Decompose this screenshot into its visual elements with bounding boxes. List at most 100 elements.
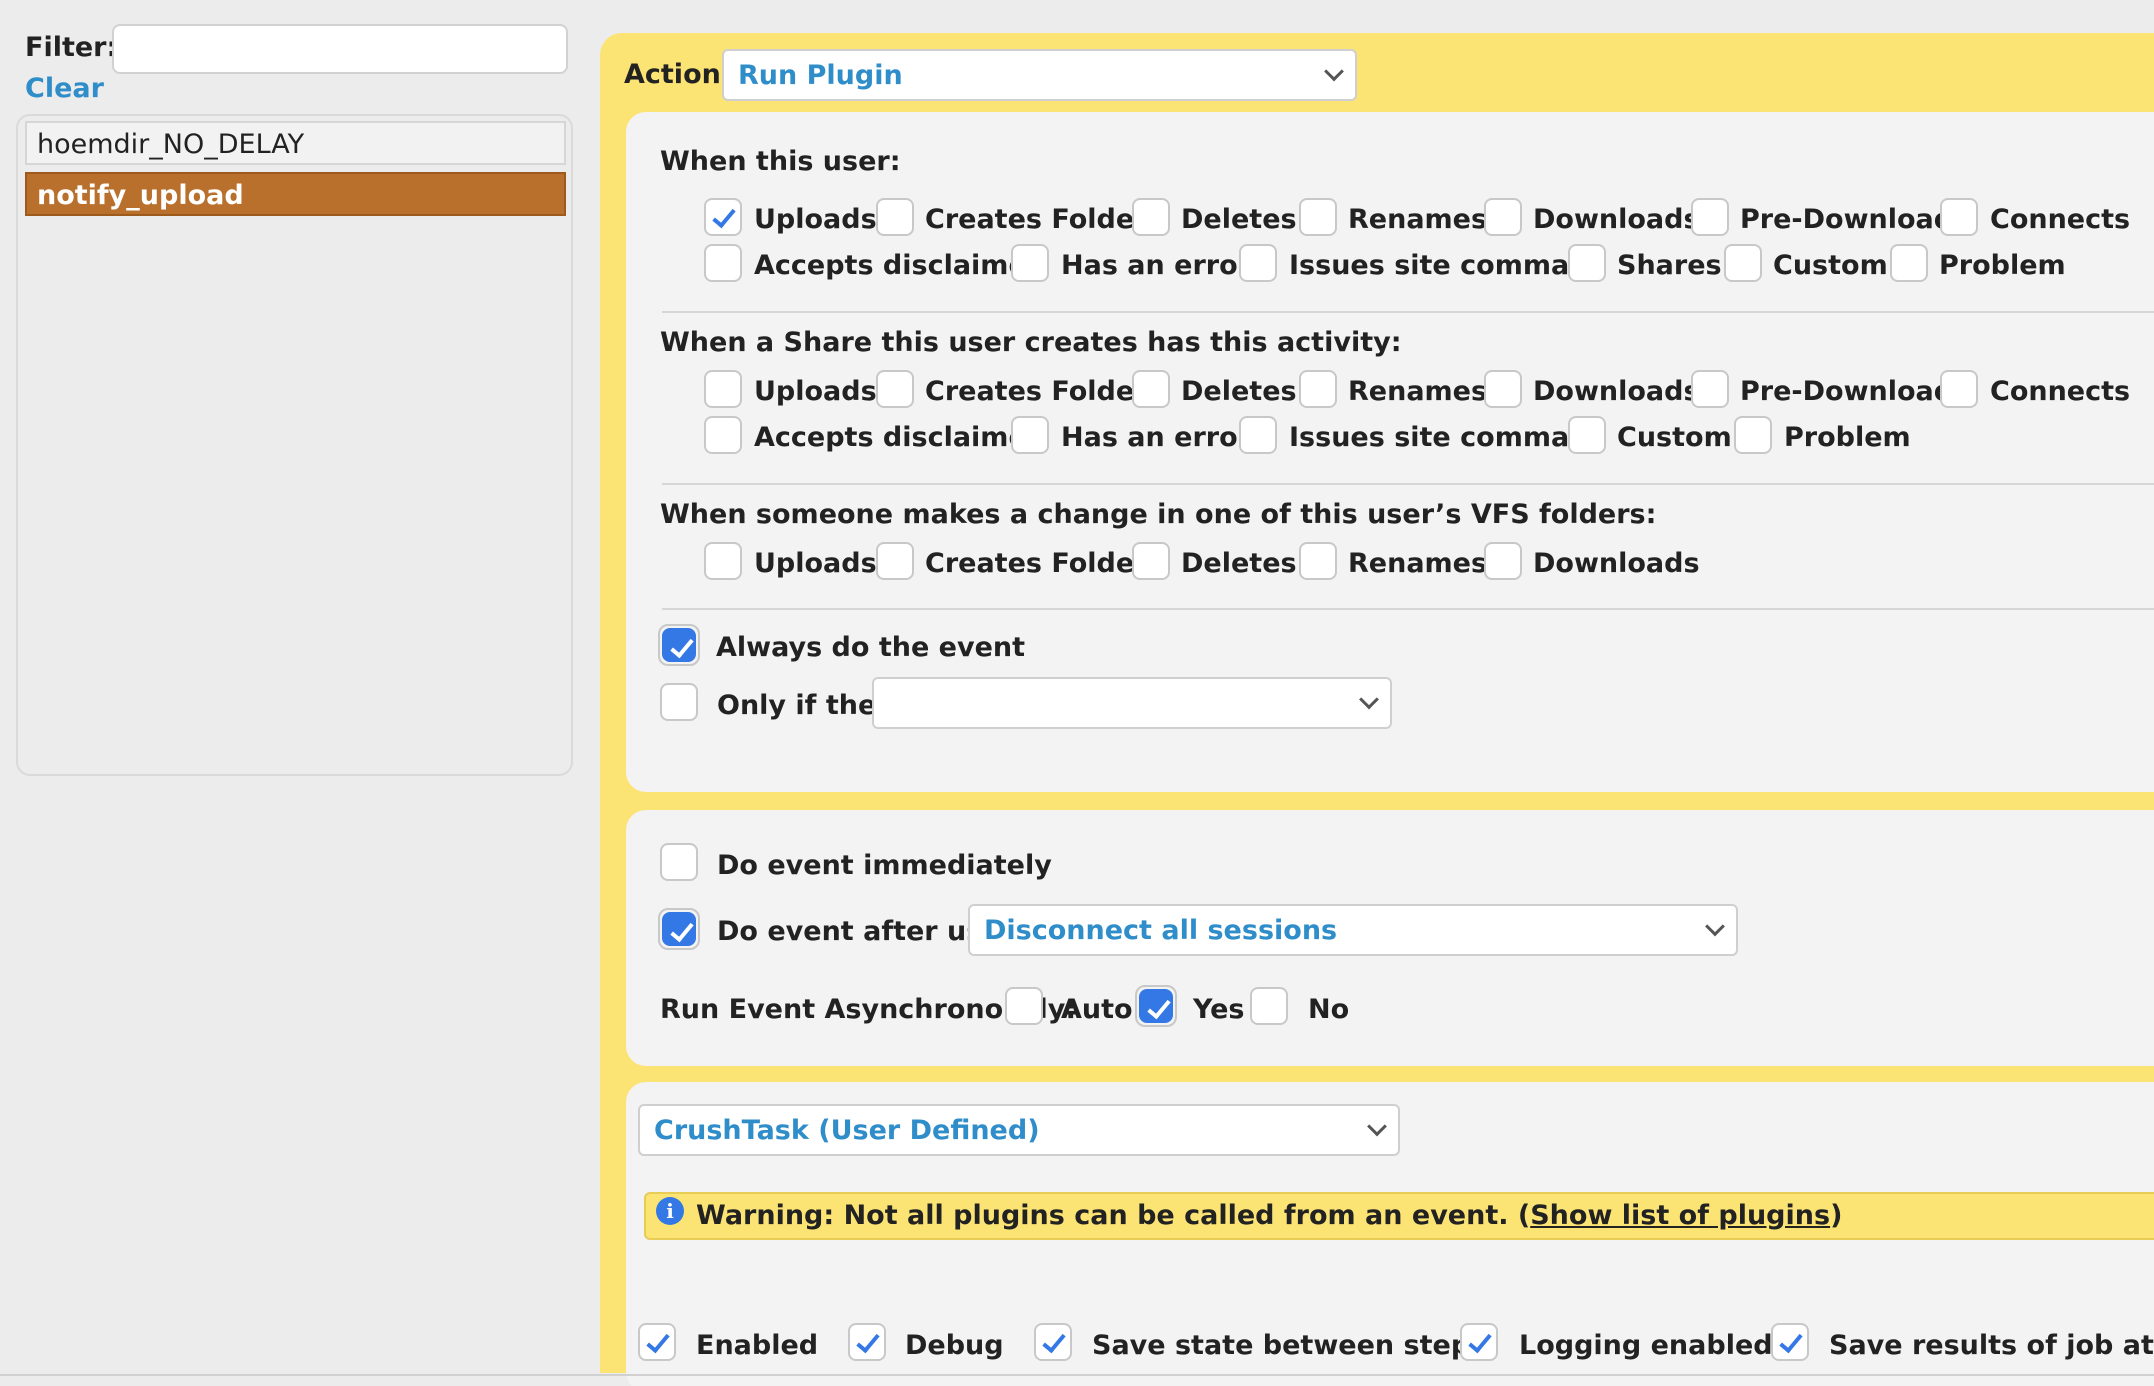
checkbox-label: Uploads xyxy=(754,204,877,235)
chevron-down-icon xyxy=(1359,689,1379,710)
checkbox-user-renames[interactable] xyxy=(1299,198,1337,236)
checkbox-label: Issues site command xyxy=(1289,250,1608,281)
immediately-label: Do event immediately xyxy=(717,850,1052,881)
chevron-down-icon xyxy=(1324,61,1344,82)
checkbox-share-deletes[interactable] xyxy=(1132,370,1170,408)
checkbox-label: Deletes xyxy=(1181,204,1297,235)
option-label: Logging enabled xyxy=(1519,1330,1773,1361)
checkbox-label: Renames xyxy=(1348,548,1488,579)
checkbox-label: Custom xyxy=(1617,422,1732,453)
checkbox-label: Shares xyxy=(1617,250,1722,281)
checkbox-save-state[interactable] xyxy=(1034,1323,1072,1361)
checkbox-save-results[interactable] xyxy=(1771,1323,1809,1361)
checkbox-vfs-deletes[interactable] xyxy=(1132,542,1170,580)
filter-label: Filter: xyxy=(25,32,118,63)
checkbox-share-renames[interactable] xyxy=(1299,370,1337,408)
event-list-item-selected[interactable]: notify_upload xyxy=(25,172,566,216)
only-if-label: Only if they xyxy=(717,690,894,721)
plugin-select[interactable]: CrushTask (User Defined) xyxy=(638,1104,1400,1156)
option-label: Save state between steps xyxy=(1092,1330,1487,1361)
when-user-heading: When this user: xyxy=(660,146,901,177)
async-option-label: No xyxy=(1308,994,1350,1025)
checkbox-debug[interactable] xyxy=(848,1323,886,1361)
after-user-select-value: Disconnect all sessions xyxy=(984,914,1338,946)
checkbox-share-connects[interactable] xyxy=(1940,370,1978,408)
action-select-value: Run Plugin xyxy=(738,59,903,91)
chevron-down-icon xyxy=(1367,1116,1387,1137)
checkbox-user-has-error[interactable] xyxy=(1011,244,1049,282)
checkbox-share-problem[interactable] xyxy=(1734,416,1772,454)
checkbox-immediately[interactable] xyxy=(660,843,698,881)
checkbox-only-if[interactable] xyxy=(660,683,698,721)
checkbox-user-issues-site-command[interactable] xyxy=(1239,244,1277,282)
checkbox-label: Connects xyxy=(1990,204,2131,235)
action-select[interactable]: Run Plugin xyxy=(722,49,1357,101)
async-option-label: Auto xyxy=(1061,994,1133,1025)
checkbox-label: Pre-Download xyxy=(1740,204,1954,235)
checkbox-vfs-downloads[interactable] xyxy=(1484,542,1522,580)
filter-input[interactable] xyxy=(112,24,568,74)
after-user-select[interactable]: Disconnect all sessions xyxy=(968,904,1738,956)
checkbox-share-has-error[interactable] xyxy=(1011,416,1049,454)
async-option-label: Yes xyxy=(1193,994,1245,1025)
when-share-heading: When a Share this user creates has this … xyxy=(660,327,1402,358)
checkbox-label: Creates Folder xyxy=(925,376,1148,407)
warning-text: Warning: Not all plugins can be called f… xyxy=(696,1200,1842,1231)
radio-async-no[interactable] xyxy=(1250,987,1288,1025)
checkbox-user-accepts-disclaimer[interactable] xyxy=(704,244,742,282)
checkbox-always[interactable] xyxy=(662,628,696,662)
warning-message: Warning: Not all plugins can be called f… xyxy=(696,1200,1531,1231)
checkbox-label: Renames xyxy=(1348,376,1488,407)
clear-link[interactable]: Clear xyxy=(25,73,104,104)
divider xyxy=(662,483,2154,485)
checkbox-user-uploads[interactable] xyxy=(704,198,742,236)
checkbox-user-pre-download[interactable] xyxy=(1691,198,1729,236)
checkbox-user-deletes[interactable] xyxy=(1132,198,1170,236)
checkbox-label: Renames xyxy=(1348,204,1488,235)
checkbox-share-accepts-disclaimer[interactable] xyxy=(704,416,742,454)
checkbox-label: Pre-Download xyxy=(1740,376,1954,407)
checkbox-enabled[interactable] xyxy=(638,1323,676,1361)
radio-async-auto[interactable] xyxy=(1005,987,1043,1025)
checkbox-label: Has an error xyxy=(1061,250,1251,281)
only-if-select[interactable] xyxy=(872,677,1392,729)
checkbox-user-problem[interactable] xyxy=(1890,244,1928,282)
checkbox-user-connects[interactable] xyxy=(1940,198,1978,236)
checkbox-share-pre-download[interactable] xyxy=(1691,370,1729,408)
checkbox-share-creates-folder[interactable] xyxy=(876,370,914,408)
checkbox-user-creates-folder[interactable] xyxy=(876,198,914,236)
when-vfs-heading: When someone makes a change in one of th… xyxy=(660,499,1657,530)
checkbox-label: Custom xyxy=(1773,250,1888,281)
checkbox-label: Deletes xyxy=(1181,376,1297,407)
checkbox-label: Problem xyxy=(1939,250,2066,281)
action-label: Action: xyxy=(624,59,732,90)
checkbox-label: Creates Folder xyxy=(925,548,1148,579)
checkbox-vfs-creates-folder[interactable] xyxy=(876,542,914,580)
show-plugins-link[interactable]: Show list of plugins xyxy=(1530,1200,1830,1231)
checkbox-label: Uploads xyxy=(754,376,877,407)
info-icon: i xyxy=(656,1197,684,1225)
checkbox-user-downloads[interactable] xyxy=(1484,198,1522,236)
checkbox-label: Creates Folder xyxy=(925,204,1148,235)
checkbox-share-downloads[interactable] xyxy=(1484,370,1522,408)
checkbox-share-issues-site-command[interactable] xyxy=(1239,416,1277,454)
option-label: Debug xyxy=(905,1330,1004,1361)
checkbox-logging[interactable] xyxy=(1460,1323,1498,1361)
event-list-item[interactable]: hoemdir_NO_DELAY xyxy=(25,121,566,165)
radio-async-yes[interactable] xyxy=(1139,989,1173,1023)
checkbox-label: Downloads xyxy=(1533,376,1700,407)
checkbox-label: Accepts disclaimer xyxy=(754,250,1041,281)
divider xyxy=(662,608,2154,610)
checkbox-label: Accepts disclaimer xyxy=(754,422,1041,453)
checkbox-share-custom[interactable] xyxy=(1568,416,1606,454)
checkbox-user-shares[interactable] xyxy=(1568,244,1606,282)
checkbox-vfs-renames[interactable] xyxy=(1299,542,1337,580)
checkbox-vfs-uploads[interactable] xyxy=(704,542,742,580)
checkbox-user-custom[interactable] xyxy=(1724,244,1762,282)
checkbox-label: Has an error xyxy=(1061,422,1251,453)
always-label: Always do the event xyxy=(716,632,1026,663)
checkbox-after-user[interactable] xyxy=(662,912,696,946)
checkbox-share-uploads[interactable] xyxy=(704,370,742,408)
window-bottom-edge xyxy=(0,1374,2154,1376)
divider xyxy=(662,311,2154,313)
